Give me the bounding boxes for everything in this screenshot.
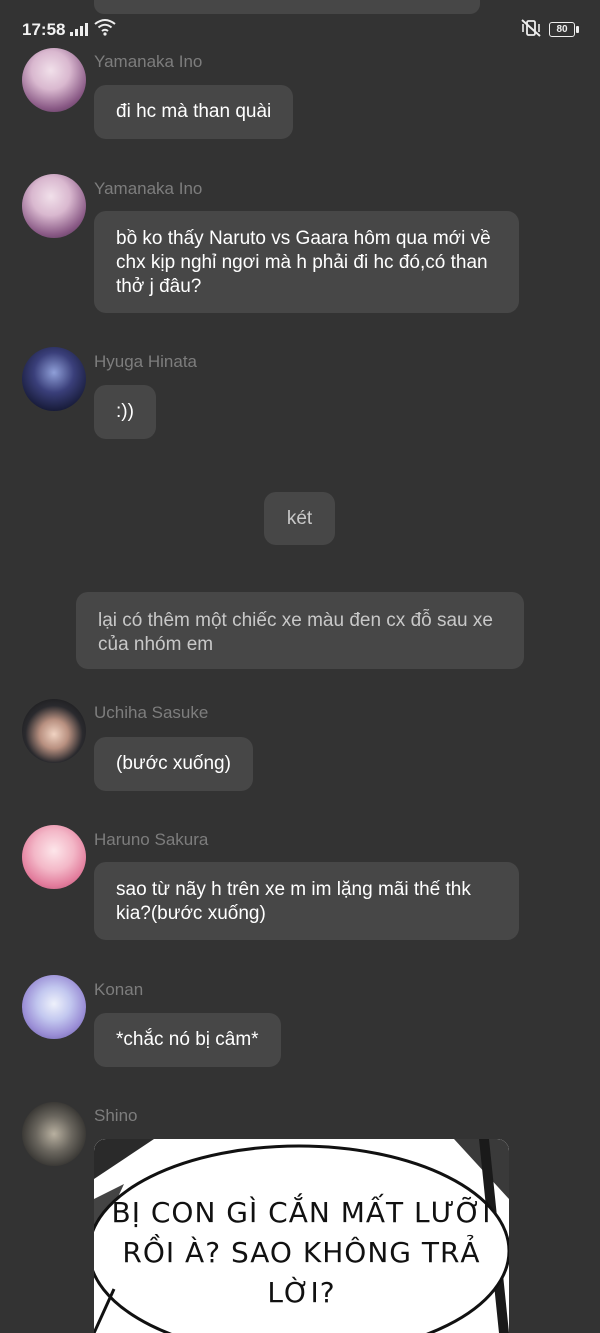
signal-icon (70, 22, 88, 36)
message-text: *chắc nó bị câm* (116, 1029, 259, 1050)
sender-name: Konan (94, 980, 144, 999)
sender-name: Yamanaka Ino (94, 179, 203, 198)
message-bubble[interactable]: :)) (94, 385, 156, 439)
narration-text: lại có thêm một chiếc xe màu đen cx đỗ s… (98, 610, 493, 655)
narration-text: két (286, 508, 313, 529)
manga-speech-text: BỊ CON GÌ CẮN MẤT LƯỠI RỒI À? SAO KHÔNG … (111, 1196, 492, 1309)
message-text: :)) (116, 401, 134, 422)
message-text: (bước xuống) (116, 753, 231, 774)
sender-name: Uchiha Sasuke (94, 703, 209, 722)
message-bubble[interactable]: *chắc nó bị câm* (94, 1013, 281, 1067)
avatar-uchiha-sasuke[interactable] (22, 699, 86, 763)
avatar-yamanaka-ino[interactable] (22, 174, 86, 238)
message-text: đi hc mà than quài (116, 101, 272, 122)
sender-name: Hyuga Hinata (94, 352, 198, 371)
avatar-haruno-sakura[interactable] (22, 825, 86, 889)
sender-name: Haruno Sakura (94, 830, 209, 849)
wifi-icon (94, 19, 116, 36)
message-bubble[interactable]: đi hc mà than quài (94, 85, 294, 139)
vibrate-off-icon (521, 19, 541, 37)
avatar-shino[interactable] (22, 1102, 86, 1166)
message-text: bồ ko thấy Naruto vs Gaara hôm qua mới v… (116, 228, 491, 297)
avatar-konan[interactable] (22, 975, 86, 1039)
message-text: sao từ nãy h trên xe m im lặng mãi thế t… (116, 879, 471, 924)
status-time: 17:58 (22, 20, 66, 39)
sender-name: Shino (94, 1106, 138, 1125)
narration-bubble[interactable]: lại có thêm một chiếc xe màu đen cx đỗ s… (76, 592, 524, 669)
message-bubble[interactable]: sao từ nãy h trên xe m im lặng mãi thế t… (94, 862, 519, 940)
message-bubble[interactable]: (bước xuống) (94, 737, 253, 791)
narration-bubble[interactable]: két (264, 492, 335, 545)
avatar-hyuga-hinata[interactable] (22, 347, 86, 411)
previous-message-bubble (94, 0, 480, 14)
avatar-yamanaka-ino[interactable] (22, 48, 86, 112)
image-message[interactable]: BỊ CON GÌ CẮN MẤT LƯỠI RỒI À? SAO KHÔNG … (94, 1139, 509, 1333)
battery-icon: 80 (549, 22, 579, 37)
sender-name: Yamanaka Ino (94, 52, 203, 71)
message-bubble[interactable]: bồ ko thấy Naruto vs Gaara hôm qua mới v… (94, 211, 519, 313)
